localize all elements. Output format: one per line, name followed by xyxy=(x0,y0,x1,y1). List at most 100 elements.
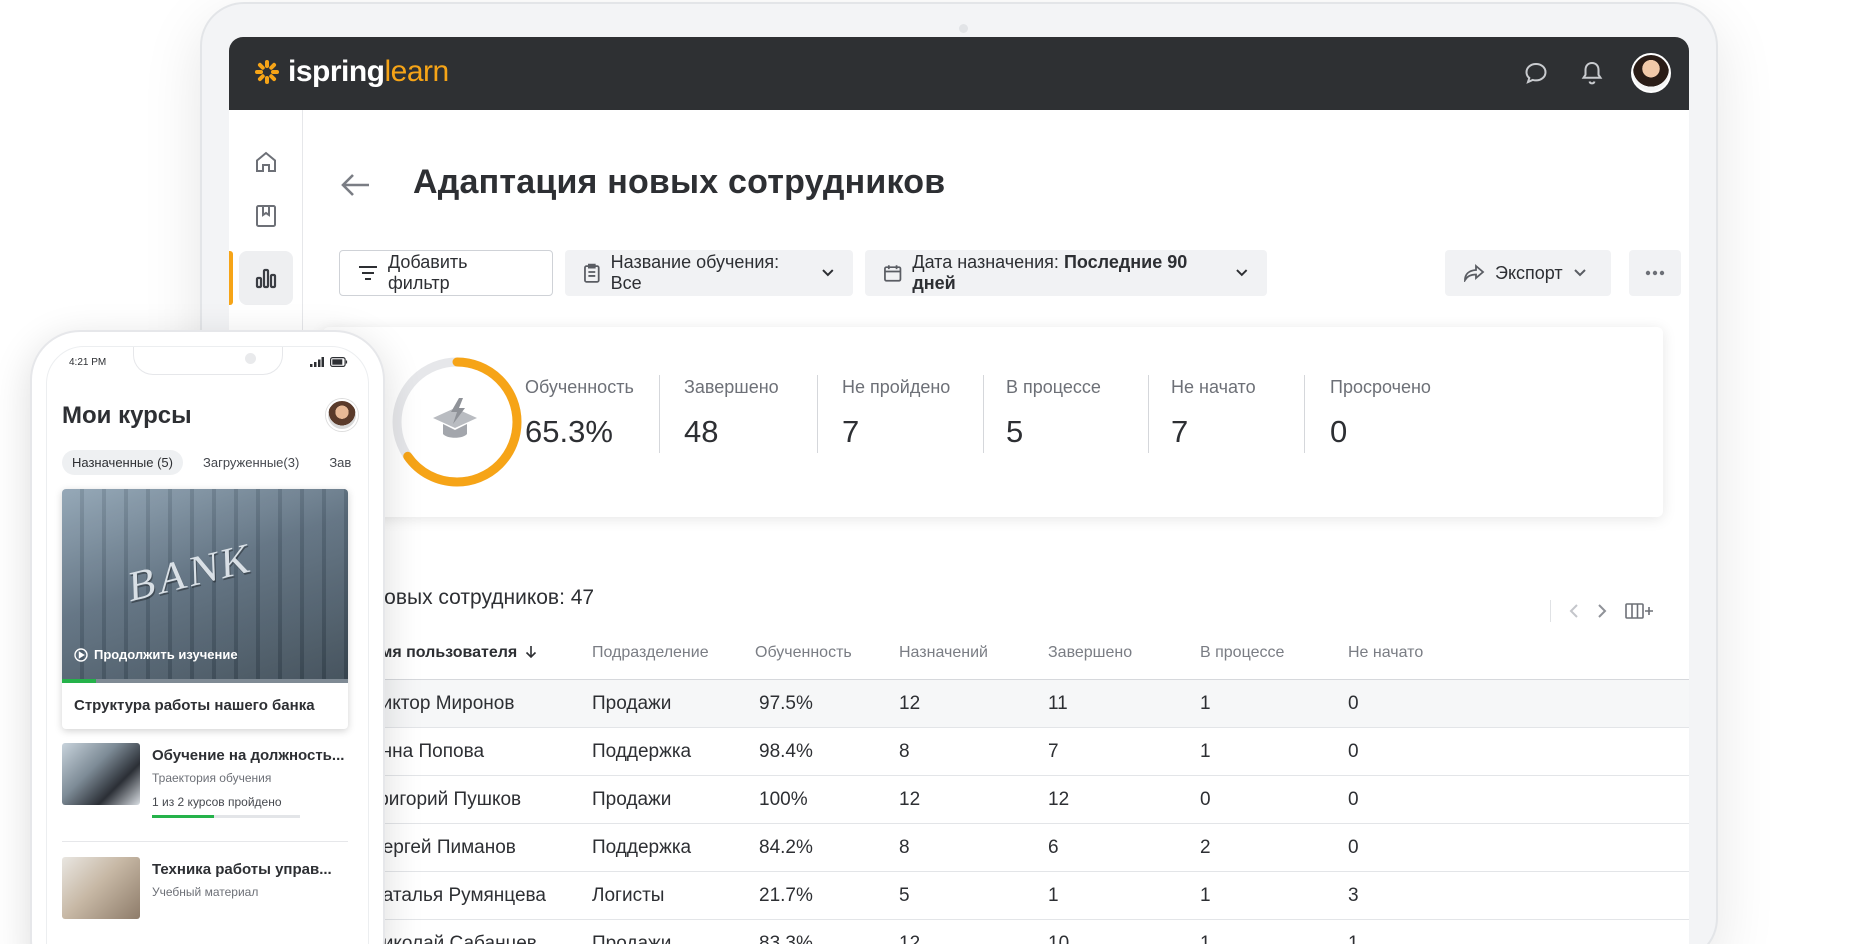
phone-tab-completed[interactable]: Зав xyxy=(319,450,361,475)
top-bar: ispringlearn xyxy=(229,37,1689,110)
clipboard-icon xyxy=(584,263,600,283)
more-options-button[interactable] xyxy=(1629,250,1681,296)
table-body: Виктор Миронов Продажи 97.5% 12 11 1 0 Анна Поп… xyxy=(369,680,1689,944)
table-cell: 21.7% xyxy=(759,885,813,906)
table-cell: 5 xyxy=(899,885,910,906)
sidebar-item-courses[interactable] xyxy=(239,189,293,243)
column-header[interactable]: Назначений xyxy=(899,644,988,662)
table-row[interactable]: Григорий Пушков Продажи 100% 12 12 0 0 xyxy=(369,776,1689,824)
stats-card: Обученность 65.3% Завершено 48 Не пройдено 7 В… xyxy=(323,327,1663,517)
table-header: Имя пользователя Подразделение Обученность… xyxy=(369,630,1689,680)
phone-avatar[interactable] xyxy=(326,399,358,431)
table-cell: 1 xyxy=(1200,741,1211,762)
table-cell: Поддержка xyxy=(592,741,692,762)
chevron-down-icon xyxy=(822,269,834,277)
table-cell: 97.5% xyxy=(759,693,813,714)
table-cell: 100% xyxy=(759,789,808,810)
course-thumbnail xyxy=(62,743,140,805)
column-header[interactable]: Завершено xyxy=(1048,644,1132,662)
graduation-cap-icon xyxy=(433,398,477,438)
table-cell: Николай Сабанцев xyxy=(369,933,537,944)
tablet-screen: ispringlearn Адаптация новых сотрудников xyxy=(229,37,1689,944)
table-cell: 12 xyxy=(1048,789,1070,810)
table-cell: 98.4% xyxy=(759,741,813,762)
column-header-label: Не начато xyxy=(1348,644,1424,661)
table-cell: Логисты xyxy=(592,885,665,906)
table-cell: 0 xyxy=(1348,693,1359,714)
back-arrow-icon[interactable] xyxy=(339,168,373,202)
column-header[interactable]: Не начато xyxy=(1348,644,1423,662)
table-cell: Григорий Пушков xyxy=(369,789,522,810)
filter-bar: Добавить фильтр Название обучения: Все Д… xyxy=(339,250,1681,296)
ispring-logo[interactable]: ispringlearn xyxy=(254,54,449,90)
column-header-label: Имя пользователя xyxy=(369,644,518,661)
assign-date-prefix: Дата назначения: xyxy=(912,252,1059,272)
featured-course-card[interactable]: BANK Продолжить изучение Структура работ… xyxy=(62,489,348,729)
list-divider xyxy=(62,841,348,842)
column-header[interactable]: В процессе xyxy=(1200,644,1284,662)
stat-value: 48 xyxy=(684,414,719,449)
export-button[interactable]: Экспорт xyxy=(1445,250,1611,296)
chat-icon[interactable] xyxy=(1519,56,1553,90)
phone-tab-uploaded[interactable]: Загруженные(3) xyxy=(193,450,309,475)
stat-value: 0 xyxy=(1330,414,1348,449)
stat-divider xyxy=(817,375,818,453)
chevron-left-icon[interactable] xyxy=(1569,603,1579,619)
table-row[interactable]: Анна Попова Поддержка 98.4% 8 7 1 0 xyxy=(369,728,1689,776)
chevron-down-icon xyxy=(1573,269,1586,277)
phone-tabs: Назначенные (5) Загруженные(3) Зав xyxy=(62,448,361,476)
table-row[interactable]: Наталья Румянцева Логисты 21.7% 5 1 1 3 xyxy=(369,872,1689,920)
table-cell: 0 xyxy=(1348,741,1359,762)
phone-tab-assigned[interactable]: Назначенные (5) xyxy=(62,449,183,475)
column-settings-icon[interactable] xyxy=(1625,602,1655,620)
training-name-filter[interactable]: Название обучения: Все xyxy=(565,250,853,296)
table-row[interactable]: Сергей Пиманов Поддержка 84.2% 8 6 2 0 xyxy=(369,824,1689,872)
course-item-title: Обучение на должность... xyxy=(152,747,345,764)
stat-label: Не пройдено xyxy=(842,377,951,397)
featured-course-title: Структура работы нашего банка xyxy=(74,697,315,714)
stat-item: Не пройдено 7 xyxy=(842,377,950,450)
stat-item: Не начато 7 xyxy=(1171,377,1256,450)
stat-divider xyxy=(659,375,660,453)
bar-chart-icon xyxy=(255,268,277,289)
sort-arrow-down-icon[interactable] xyxy=(525,645,537,659)
bell-icon[interactable] xyxy=(1575,56,1609,90)
more-dots-icon xyxy=(1645,270,1665,276)
table-cell: 83.3% xyxy=(759,933,813,944)
sidebar-active-indicator xyxy=(229,251,233,305)
table-cell: 10 xyxy=(1048,933,1070,944)
table-cell: 0 xyxy=(1348,837,1359,858)
stat-value: 7 xyxy=(842,414,860,449)
logo-part2: learn xyxy=(384,55,450,88)
filter-icon xyxy=(358,266,377,280)
table-cell: 8 xyxy=(899,741,910,762)
table-cell: 6 xyxy=(1048,837,1059,858)
add-filter-label: Добавить фильтр xyxy=(387,252,468,293)
stat-item: В процессе 5 xyxy=(1006,377,1101,450)
table-row[interactable]: Виктор Миронов Продажи 97.5% 12 11 1 0 xyxy=(369,680,1689,728)
employees-table: Имя пользователя Подразделение Обученность… xyxy=(369,630,1689,944)
add-filter-button[interactable]: Добавить фильтр xyxy=(339,250,553,296)
table-row[interactable]: Николай Сабанцев Продажи 83.3% 12 10 1 1 xyxy=(369,920,1689,944)
training-name-label: Название обучения: Все xyxy=(610,252,780,293)
column-header[interactable]: Обученность xyxy=(755,644,852,662)
stat-label: Не начато xyxy=(1171,377,1256,397)
table-cell: 0 xyxy=(1200,789,1211,810)
stat-value: 5 xyxy=(1006,414,1024,449)
course-thumbnail xyxy=(62,857,140,919)
course-item-progress-fill xyxy=(152,815,215,818)
user-avatar[interactable] xyxy=(1631,53,1671,93)
assign-date-filter[interactable]: Дата назначения: Последние 90 дней xyxy=(865,250,1267,296)
chevron-right-icon[interactable] xyxy=(1597,603,1607,619)
continue-learning-button[interactable]: Продолжить изучение xyxy=(74,647,238,662)
column-header[interactable]: Подразделение xyxy=(592,644,709,662)
phone-status-icons xyxy=(310,357,348,367)
phone-time: 4:21 PM xyxy=(69,357,107,368)
column-header[interactable]: Имя пользователя xyxy=(369,644,537,662)
table-cell: 84.2% xyxy=(759,837,813,858)
table-cell: 12 xyxy=(899,693,921,714)
table-cell: 7 xyxy=(1048,741,1059,762)
sidebar-item-reports[interactable] xyxy=(239,251,293,305)
sidebar-item-home[interactable] xyxy=(239,135,293,189)
tablet-camera xyxy=(959,24,968,33)
